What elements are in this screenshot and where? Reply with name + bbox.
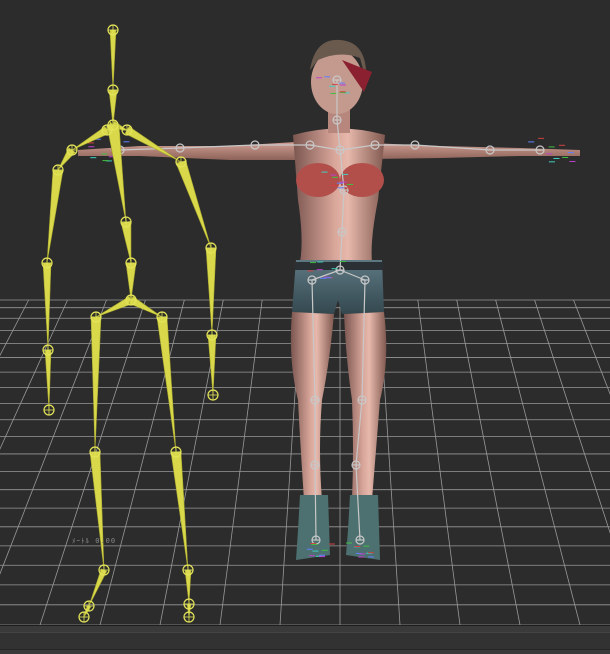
joint-crosshair-icon[interactable] bbox=[89, 446, 101, 458]
joint-crosshair-icon[interactable] bbox=[101, 124, 113, 136]
joint-crosshair-icon[interactable] bbox=[107, 24, 119, 36]
joint-crosshair-icon[interactable] bbox=[125, 257, 137, 269]
reference-bone bbox=[156, 316, 177, 453]
joint-crosshair-icon[interactable] bbox=[207, 389, 219, 401]
floor-label: ﾒｰﾄﾙ 0.00 bbox=[72, 537, 117, 545]
joint-crosshair-icon[interactable] bbox=[175, 156, 187, 168]
joint-crosshair-icon[interactable] bbox=[156, 311, 168, 323]
joint-crosshair-icon[interactable] bbox=[206, 329, 218, 341]
reference-bone bbox=[46, 169, 64, 264]
reference-bone bbox=[90, 316, 102, 453]
reference-bone bbox=[205, 247, 217, 336]
joint-crosshair-icon[interactable] bbox=[183, 598, 195, 610]
reference-bone bbox=[175, 159, 212, 249]
joint-crosshair-icon[interactable] bbox=[52, 164, 64, 176]
viewport-canvas bbox=[0, 24, 610, 625]
reference-bone bbox=[128, 296, 163, 318]
joint-crosshair-icon[interactable] bbox=[78, 611, 90, 623]
joint-crosshair-icon[interactable] bbox=[43, 404, 55, 416]
reference-bone bbox=[207, 334, 217, 396]
joint-crosshair-icon[interactable] bbox=[205, 242, 217, 254]
reference-skeleton-joints[interactable] bbox=[41, 24, 219, 623]
joint-crosshair-icon[interactable] bbox=[125, 294, 137, 306]
reference-bone bbox=[42, 262, 52, 351]
joint-crosshair-icon[interactable] bbox=[120, 216, 132, 228]
joint-crosshair-icon[interactable] bbox=[83, 600, 95, 612]
reference-bone bbox=[44, 349, 52, 411]
joint-crosshair-icon[interactable] bbox=[42, 344, 54, 356]
reference-bone bbox=[109, 29, 117, 91]
joint-crosshair-icon[interactable] bbox=[170, 446, 182, 458]
joint-crosshair-icon[interactable] bbox=[90, 311, 102, 323]
joint-crosshair-icon[interactable] bbox=[182, 564, 194, 576]
joint-crosshair-icon[interactable] bbox=[66, 144, 78, 156]
joint-crosshair-icon[interactable] bbox=[183, 611, 195, 623]
reference-skeleton[interactable] bbox=[42, 29, 217, 618]
reference-bone bbox=[106, 123, 127, 223]
joint-crosshair-icon[interactable] bbox=[98, 564, 110, 576]
reference-bone bbox=[170, 451, 189, 571]
joint-crosshair-icon[interactable] bbox=[41, 257, 53, 269]
reference-bone bbox=[124, 126, 182, 163]
3d-viewport[interactable]: ﾒｰﾄﾙ 0.00 bbox=[0, 0, 610, 625]
status-bar bbox=[0, 625, 610, 654]
reference-bone bbox=[89, 451, 105, 571]
reference-bone bbox=[120, 221, 132, 264]
joint-crosshair-icon[interactable] bbox=[107, 84, 119, 96]
status-bar-strip bbox=[0, 632, 610, 650]
reference-bone bbox=[95, 295, 134, 318]
joint-crosshair-icon[interactable] bbox=[121, 124, 133, 136]
